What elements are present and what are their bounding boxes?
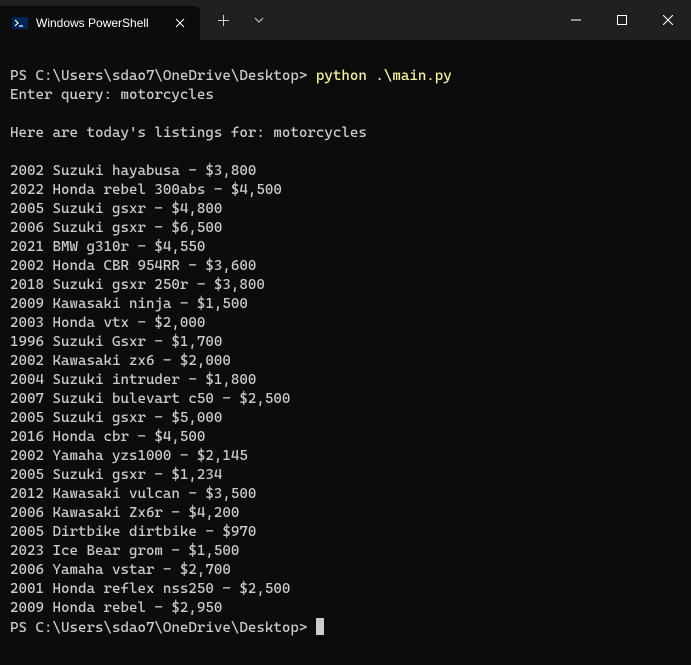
- listing-item: 2009 Kawasaki ninja - $1,500: [10, 295, 681, 314]
- listing-item: 2021 BMW g310r - $4,550: [10, 238, 681, 257]
- listing-item: 2009 Honda rebel - $2,950: [10, 599, 681, 618]
- listing-item: 2003 Honda vtx - $2,000: [10, 314, 681, 333]
- listing-item: 2005 Suzuki gsxr - $4,800: [10, 200, 681, 219]
- titlebar: Windows PowerShell: [0, 0, 691, 40]
- listing-item: 2023 Ice Bear grom - $1,500: [10, 542, 681, 561]
- close-icon: [663, 15, 673, 25]
- listings: 2002 Suzuki hayabusa - $3,8002022 Honda …: [10, 162, 681, 618]
- listing-item: 2002 Suzuki hayabusa - $3,800: [10, 162, 681, 181]
- listing-item: 2018 Suzuki gsxr 250r - $3,800: [10, 276, 681, 295]
- minimize-button[interactable]: [553, 0, 599, 40]
- listing-item: 2002 Kawasaki zx6 - $2,000: [10, 352, 681, 371]
- listing-item: 2007 Suzuki bulevart c50 - $2,500: [10, 390, 681, 409]
- listing-item: 2012 Kawasaki vulcan - $3,500: [10, 485, 681, 504]
- close-window-button[interactable]: [645, 0, 691, 40]
- maximize-button[interactable]: [599, 0, 645, 40]
- listing-item: 2002 Honda CBR 954RR - $3,600: [10, 257, 681, 276]
- listing-item: 2005 Suzuki gsxr - $1,234: [10, 466, 681, 485]
- listing-item: 2022 Honda rebel 300abs - $4,500: [10, 181, 681, 200]
- query-value: motorcycles: [120, 87, 213, 103]
- query-line: Enter query: motorcycles: [10, 86, 681, 105]
- query-prompt: Enter query:: [10, 87, 120, 103]
- cursor: [316, 618, 324, 635]
- listing-item: 1996 Suzuki Gsxr - $1,700: [10, 333, 681, 352]
- minimize-icon: [571, 15, 581, 25]
- blank-line: [10, 105, 681, 124]
- tab-dropdown-button[interactable]: [244, 5, 274, 35]
- listing-item: 2005 Suzuki gsxr - $5,000: [10, 409, 681, 428]
- listing-item: 2006 Suzuki gsxr - $6,500: [10, 219, 681, 238]
- maximize-icon: [617, 15, 627, 25]
- listing-item: 2006 Kawasaki Zx6r - $4,200: [10, 504, 681, 523]
- listing-item: 2004 Suzuki intruder - $1,800: [10, 371, 681, 390]
- listing-item: 2016 Honda cbr - $4,500: [10, 428, 681, 447]
- blank-line: [10, 143, 681, 162]
- listing-item: 2006 Yamaha vstar - $2,700: [10, 561, 681, 580]
- ps-prompt: PS C:\Users\sdao7\OneDrive\Desktop>: [10, 620, 316, 636]
- terminal-output[interactable]: PS C:\Users\sdao7\OneDrive\Desktop> pyth…: [0, 40, 691, 665]
- active-tab[interactable]: Windows PowerShell: [0, 6, 200, 40]
- result-header: Here are today's listings for: motorcycl…: [10, 124, 681, 143]
- powershell-icon: [12, 15, 28, 31]
- listing-item: 2001 Honda reflex nss250 - $2,500: [10, 580, 681, 599]
- window-controls: [553, 0, 691, 40]
- tab-actions: [200, 0, 282, 40]
- tab-close-button[interactable]: [172, 15, 188, 31]
- plus-icon: [218, 15, 229, 26]
- chevron-down-icon: [254, 17, 264, 23]
- listing-item: 2002 Yamaha yzs1000 - $2,145: [10, 447, 681, 466]
- tab-title: Windows PowerShell: [36, 16, 164, 30]
- ps-prompt: PS C:\Users\sdao7\OneDrive\Desktop>: [10, 68, 316, 84]
- close-icon: [175, 18, 185, 28]
- titlebar-spacer[interactable]: [282, 0, 553, 40]
- new-tab-button[interactable]: [208, 5, 238, 35]
- listing-item: 2005 Dirtbike dirtbike - $970: [10, 523, 681, 542]
- prompt-line: PS C:\Users\sdao7\OneDrive\Desktop> pyth…: [10, 67, 681, 86]
- prompt-line-2: PS C:\Users\sdao7\OneDrive\Desktop>: [10, 618, 681, 638]
- command-text: python .\main.py: [316, 68, 452, 84]
